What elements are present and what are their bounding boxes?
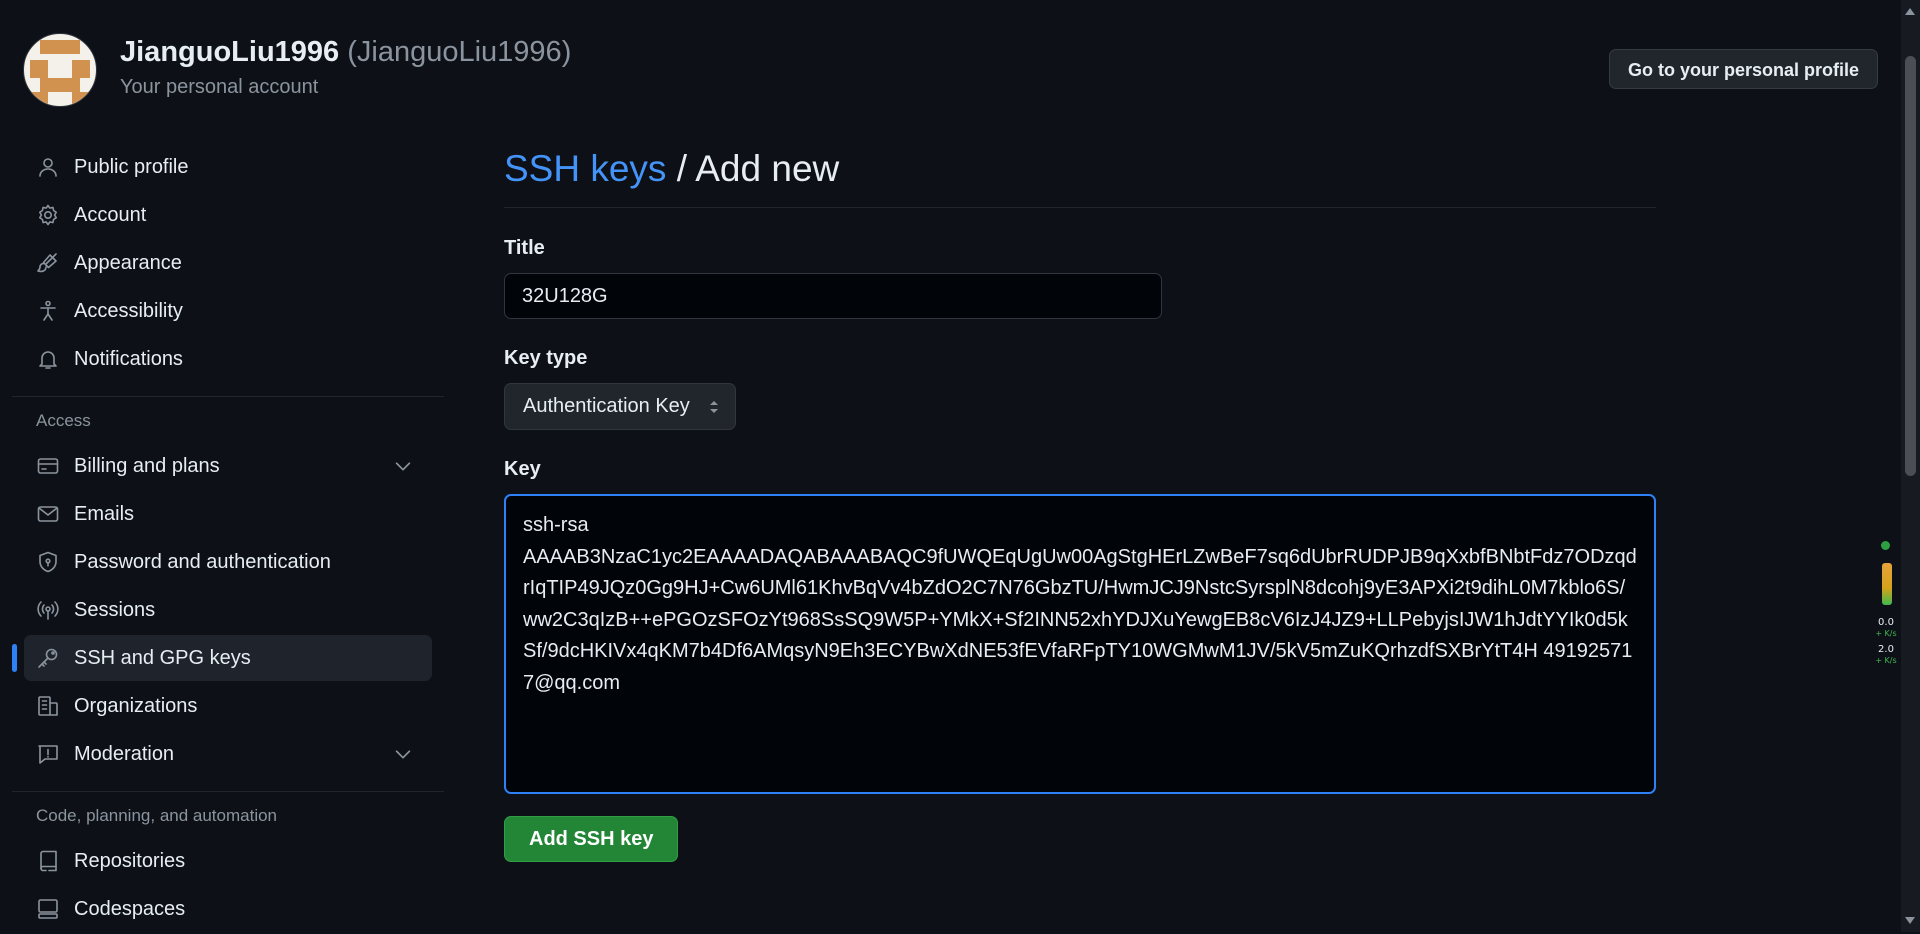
sidebar-item-label: Sessions — [74, 598, 156, 621]
scrollbar[interactable] — [1901, 0, 1920, 932]
sidebar-item-label: Accessibility — [74, 299, 183, 322]
go-to-profile-button[interactable]: Go to your personal profile — [1608, 49, 1878, 89]
account-subtitle: Your personal account — [120, 76, 319, 98]
breadcrumb: SSH keys / Add new — [504, 148, 839, 190]
sidebar-item-label: Organizations — [74, 694, 198, 717]
key-type-label: Key type — [504, 347, 588, 369]
sidebar-item-appearance[interactable]: Appearance — [24, 240, 432, 286]
page-title: Add new — [695, 148, 840, 189]
sidebar-item-codespaces[interactable]: Codespaces — [24, 886, 432, 932]
network-speed-widget: 0.0 + K/s 2.0 + K/s — [1871, 533, 1901, 673]
chevron-down-icon[interactable] — [392, 743, 414, 765]
sidebar-group-access: Access — [36, 411, 91, 430]
sidebar-item-account[interactable]: Account — [24, 192, 432, 238]
sidebar-item-ssh-gpg-keys[interactable]: SSH and GPG keys — [12, 635, 432, 681]
bell-icon — [34, 345, 62, 373]
credit-card-icon — [34, 452, 62, 480]
download-speed: 2.0 — [1878, 644, 1894, 655]
sidebar-item-label: Password and authentication — [74, 550, 331, 573]
header-divider — [504, 207, 1656, 208]
person-icon — [34, 153, 62, 181]
key-label: Key — [504, 458, 541, 480]
sidebar-item-label: Emails — [74, 502, 135, 525]
sidebar-item-label: Billing and plans — [74, 454, 220, 477]
accessibility-icon — [34, 297, 62, 325]
sidebar-item-label: Notifications — [74, 347, 183, 370]
report-icon — [34, 740, 62, 768]
login-name: (JianguoLiu1996) — [347, 36, 572, 68]
sidebar-item-label: SSH and GPG keys — [74, 646, 251, 669]
organization-icon — [34, 692, 62, 720]
codespaces-icon — [34, 895, 62, 923]
sidebar-item-label: Moderation — [74, 742, 175, 765]
sidebar-group-code: Code, planning, and automation — [36, 806, 278, 825]
scrollbar-thumb[interactable] — [1905, 56, 1916, 476]
sidebar-item-label: Public profile — [74, 155, 189, 178]
sidebar-item-label: Codespaces — [74, 897, 186, 920]
sidebar-item-billing[interactable]: Billing and plans — [24, 443, 432, 489]
sidebar-item-label: Appearance — [74, 251, 182, 274]
download-unit: + K/s — [1875, 656, 1897, 665]
sidebar-item-repositories[interactable]: Repositories — [24, 838, 432, 884]
key-icon — [34, 644, 62, 672]
sidebar-item-label: Account — [74, 203, 147, 226]
paintbrush-icon — [34, 249, 62, 277]
key-type-value: Authentication Key — [523, 395, 690, 417]
sidebar-item-emails[interactable]: Emails — [24, 491, 432, 537]
upload-unit: + K/s — [1875, 629, 1897, 638]
account-name: JianguoLiu1996 (JianguoLiu1996) — [120, 36, 571, 69]
sidebar-item-sessions[interactable]: Sessions — [24, 587, 432, 633]
sidebar-item-organizations[interactable]: Organizations — [24, 683, 432, 729]
shield-lock-icon — [34, 548, 62, 576]
title-label: Title — [504, 237, 545, 259]
mail-icon — [34, 500, 62, 528]
scroll-up-icon[interactable] — [1905, 8, 1915, 15]
key-type-select[interactable]: Authentication Key — [504, 383, 736, 430]
add-ssh-key-button[interactable]: Add SSH key — [504, 816, 679, 862]
avatar[interactable] — [23, 33, 97, 107]
sidebar-item-public-profile[interactable]: Public profile — [24, 144, 432, 190]
speed-bar-icon — [1882, 563, 1892, 605]
sidebar-divider — [12, 396, 444, 397]
sidebar-item-notifications[interactable]: Notifications — [24, 336, 432, 382]
broadcast-icon — [34, 596, 62, 624]
sidebar-item-accessibility[interactable]: Accessibility — [24, 288, 432, 334]
settings-sidebar: Public profile Account Appearance Access… — [12, 144, 444, 934]
sidebar-item-password[interactable]: Password and authentication — [24, 539, 432, 585]
status-dot-icon — [1881, 541, 1890, 550]
gear-icon — [34, 201, 62, 229]
title-input[interactable] — [504, 273, 1162, 319]
select-arrows-icon — [710, 401, 718, 413]
repo-icon — [34, 847, 62, 875]
key-textarea[interactable]: ssh-rsa AAAAB3NzaC1yc2EAAAADAQABAAABAQC9… — [504, 494, 1656, 794]
chevron-down-icon[interactable] — [392, 455, 414, 477]
sidebar-divider — [12, 791, 444, 792]
sidebar-item-label: Repositories — [74, 849, 186, 872]
upload-speed: 0.0 — [1878, 617, 1894, 628]
scroll-down-icon[interactable] — [1905, 917, 1915, 924]
breadcrumb-ssh-keys-link[interactable]: SSH keys — [504, 148, 666, 189]
display-name: JianguoLiu1996 — [120, 36, 340, 68]
breadcrumb-separator: / — [676, 148, 687, 189]
sidebar-item-moderation[interactable]: Moderation — [24, 731, 432, 777]
